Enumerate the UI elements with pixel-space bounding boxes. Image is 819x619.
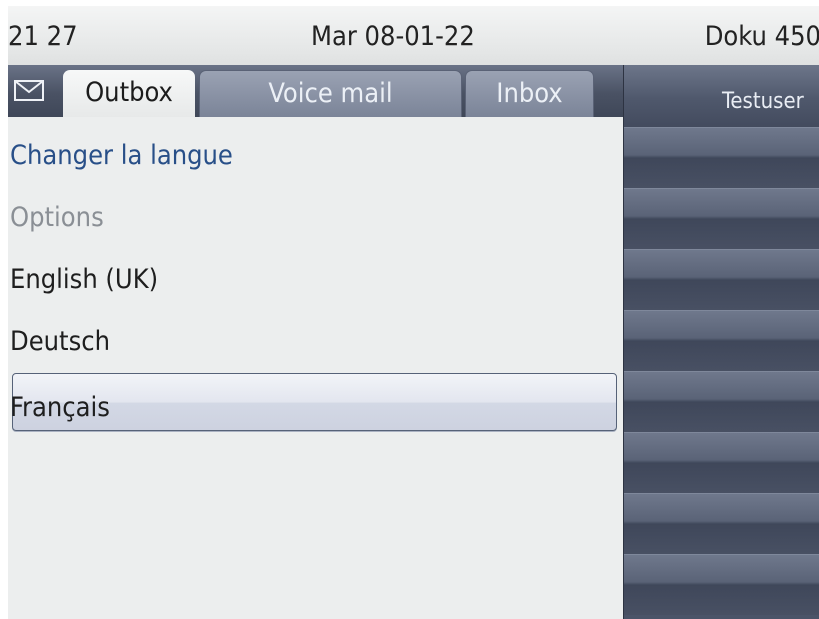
tab-outbox[interactable]: Outbox <box>63 70 195 117</box>
list-item-english-uk[interactable]: English (UK) <box>8 241 623 303</box>
side-key-1[interactable] <box>624 127 819 188</box>
menu-title: Changer la langue <box>10 140 233 171</box>
list-item-label: Deutsch <box>10 326 110 357</box>
side-key-5[interactable] <box>624 371 819 432</box>
list-item-deutsch[interactable]: Deutsch <box>8 303 623 365</box>
side-key-8[interactable] <box>624 554 819 615</box>
side-key-6[interactable] <box>624 432 819 493</box>
envelope-icon <box>14 80 44 101</box>
side-key-4[interactable] <box>624 310 819 371</box>
user-name: Doku 450 <box>704 21 819 52</box>
side-key-3[interactable] <box>624 249 819 310</box>
side-panel-title: Testuser <box>624 65 819 127</box>
status-bar: 21 27 Mar 08-01-22 Doku 450 <box>8 6 819 65</box>
tab-voice-mail[interactable]: Voice mail <box>199 70 462 117</box>
language-menu: Changer la langue Options English (UK) D… <box>8 117 623 619</box>
list-item-label: Français <box>10 392 110 423</box>
side-panel: Testuser <box>623 65 819 619</box>
phone-screen: 21 27 Mar 08-01-22 Doku 450 Outbox Voice… <box>8 6 819 619</box>
side-key-2[interactable] <box>624 188 819 249</box>
tab-inbox[interactable]: Inbox <box>465 70 594 117</box>
date: Mar 08-01-22 <box>311 21 475 52</box>
list-item-label: English (UK) <box>10 264 159 295</box>
clock: 21 27 <box>8 21 78 52</box>
options-label: Options <box>10 202 104 233</box>
list-item-francais[interactable]: Français <box>10 373 617 431</box>
tab-bar: Outbox Voice mail Inbox <box>8 65 623 117</box>
side-key-7[interactable] <box>624 493 819 554</box>
